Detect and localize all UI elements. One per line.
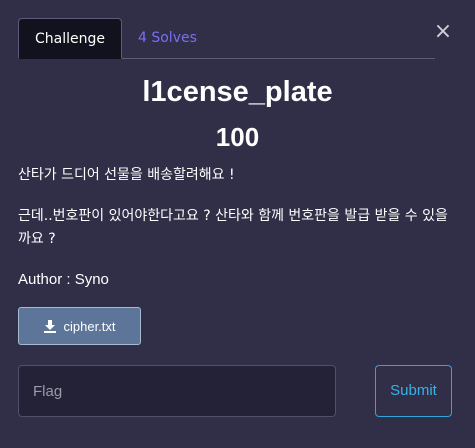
- challenge-description-line-1: 산타가 드디어 선물을 배송할려해요 !: [18, 167, 235, 183]
- challenge-author: Author : Syno: [18, 271, 109, 288]
- close-icon[interactable]: ×: [432, 20, 454, 44]
- challenge-modal: Challenge 4 Solves × l1cense_plate 100 산…: [0, 0, 475, 448]
- tab-solves[interactable]: 4 Solves: [138, 18, 197, 58]
- flag-input[interactable]: [18, 365, 336, 417]
- tab-bar: Challenge 4 Solves: [18, 18, 435, 59]
- tab-challenge[interactable]: Challenge: [18, 18, 122, 59]
- download-icon: [43, 319, 57, 333]
- submit-button[interactable]: Submit: [375, 365, 452, 417]
- challenge-title: l1cense_plate: [142, 76, 333, 108]
- challenge-points: 100: [215, 122, 260, 152]
- challenge-description-line-2: 근데..번호판이 있어야한다고요 ? 산타와 함께 번호판을 발급 받을 수 있…: [18, 208, 448, 247]
- download-file-button[interactable]: cipher.txt: [18, 307, 141, 345]
- download-file-label: cipher.txt: [63, 318, 116, 334]
